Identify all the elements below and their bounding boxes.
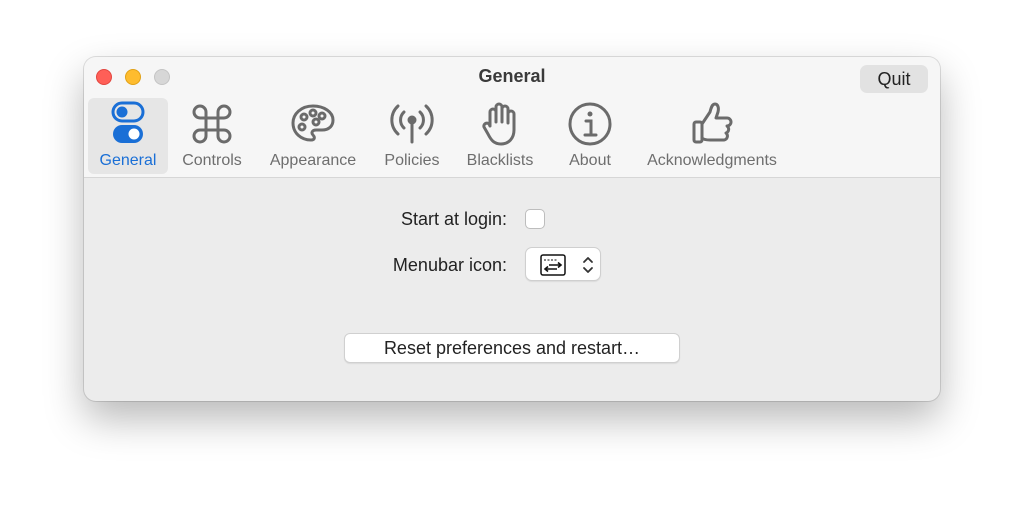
chevron-up-down-icon [582, 256, 594, 274]
tab-policies-label: Policies [384, 152, 440, 169]
start-at-login-label: Start at login: [400, 209, 507, 229]
tab-about-label: About [569, 152, 611, 169]
menubar-icon-label: Menubar icon: [392, 255, 507, 275]
general-pane: Start at login: Menubar icon: Reset pref… [84, 178, 940, 401]
tab-appearance-label: Appearance [269, 152, 357, 169]
tab-blacklists[interactable]: Blacklists [458, 98, 542, 174]
palette-icon [289, 100, 337, 148]
thumbs-up-icon [688, 100, 736, 148]
tab-policies[interactable]: Policies [376, 98, 448, 174]
quit-button[interactable]: Quit [860, 65, 928, 93]
tab-about[interactable]: About [554, 98, 626, 174]
tab-blacklists-label: Blacklists [466, 152, 534, 169]
tab-controls[interactable]: Controls [172, 98, 252, 174]
start-at-login-checkbox[interactable] [525, 209, 545, 229]
tab-acknowledgments-label: Acknowledgments [647, 152, 777, 169]
tab-acknowledgments[interactable]: Acknowledgments [638, 98, 786, 174]
toggles-icon [104, 100, 152, 148]
antenna-icon [388, 100, 436, 148]
hand-icon [476, 100, 524, 148]
toolbar: General Quit General Controls Appearance… [84, 57, 940, 178]
tab-appearance[interactable]: Appearance [262, 98, 364, 174]
menubar-icon-popup[interactable] [525, 247, 601, 281]
reset-preferences-button[interactable]: Reset preferences and restart… [344, 333, 680, 363]
tab-general[interactable]: General [88, 98, 168, 174]
preferences-window: General Quit General Controls Appearance… [84, 57, 940, 401]
arrows-icon [540, 254, 566, 276]
tab-controls-label: Controls [182, 152, 242, 169]
info-icon [566, 100, 614, 148]
window-title: General [478, 66, 546, 86]
tab-general-label: General [99, 152, 157, 169]
command-icon [188, 100, 236, 148]
